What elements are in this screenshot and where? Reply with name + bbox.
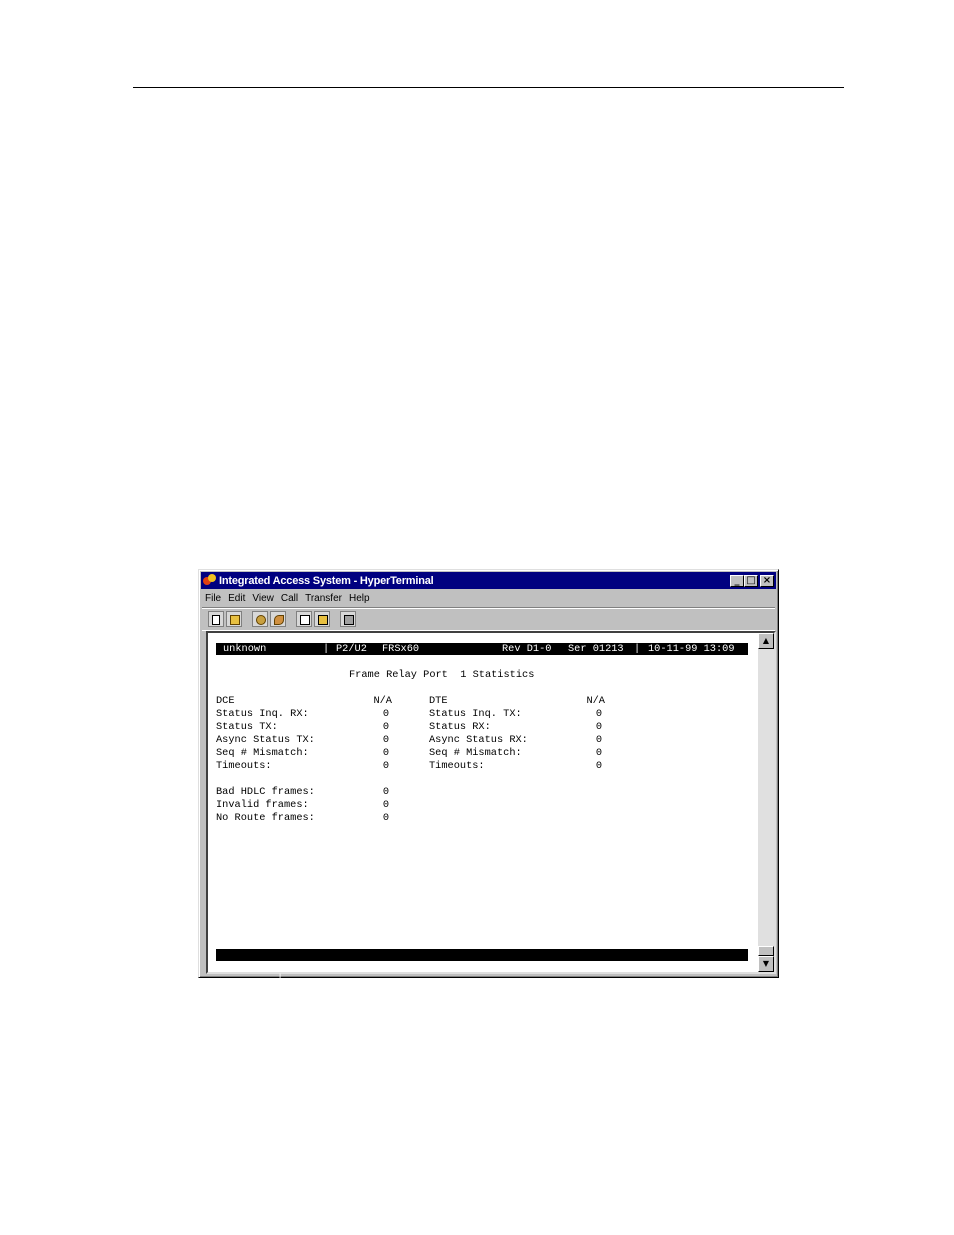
dce-status-tx-value: 0: [382, 721, 389, 733]
title-bar[interactable]: Integrated Access System - HyperTerminal…: [201, 572, 776, 589]
dte-timeouts-label: Timeouts:: [429, 760, 485, 772]
terminal-screen: unknown | P2/U2 FRSx60 Rev D1-0 Ser 0121…: [216, 643, 748, 1021]
menu-file[interactable]: File: [205, 593, 221, 604]
main-command[interactable]: Main: [343, 1009, 368, 1021]
menu-bar: File Edit View Call Transfer Help: [203, 590, 370, 606]
maximize-button[interactable]: □: [744, 574, 758, 587]
dce-heading-value: N/A: [373, 695, 392, 707]
header-port: P2/U2: [336, 643, 367, 655]
scroll-track[interactable]: [758, 649, 774, 946]
dte-async-status-rx-label: Async Status RX:: [429, 734, 528, 746]
scroll-up-icon[interactable]: ▲: [758, 633, 774, 649]
terminal-command-bar: Refresh | Clear | Main: [216, 949, 748, 1021]
disconnect-icon[interactable]: [270, 611, 286, 627]
dce-async-status-tx-value: 0: [382, 734, 389, 746]
screen-title: Frame Relay Port 1 Statistics: [349, 669, 535, 681]
dce-seq-mismatch-value: 0: [382, 747, 389, 759]
terminal-status-header: unknown | P2/U2 FRSx60 Rev D1-0 Ser 0121…: [216, 643, 748, 655]
refresh-command[interactable]: Refresh: [223, 961, 266, 973]
dte-heading-value: N/A: [586, 695, 605, 707]
properties-icon[interactable]: [340, 611, 356, 627]
window-title: Integrated Access System - HyperTerminal: [219, 574, 434, 587]
bad-hdlc-frames-label: Bad HDLC frames:: [216, 786, 315, 798]
header-separator: |: [323, 643, 330, 655]
dce-async-status-tx-label: Async Status TX:: [216, 734, 315, 746]
header-serial: Ser 01213: [568, 643, 624, 655]
no-route-frames-value: 0: [382, 812, 389, 824]
command-separator: |: [330, 997, 337, 1009]
invalid-frames-label: Invalid frames:: [216, 799, 309, 811]
header-model: FRSx60: [382, 643, 420, 655]
clear-command[interactable]: Clear: [290, 985, 321, 997]
dte-status-inq-tx-value: 0: [595, 708, 602, 720]
header-revision: Rev D1-0: [502, 643, 552, 655]
menu-call[interactable]: Call: [281, 593, 298, 604]
dce-timeouts-label: Timeouts:: [216, 760, 272, 772]
open-icon[interactable]: [226, 611, 242, 627]
command-separator: |: [277, 973, 284, 985]
dce-status-inq-rx-label: Status Inq. RX:: [216, 708, 309, 720]
dce-status-inq-rx-value: 0: [382, 708, 389, 720]
menu-help[interactable]: Help: [349, 593, 370, 604]
scroll-thumb[interactable]: [758, 946, 774, 956]
dte-seq-mismatch-value: 0: [595, 747, 602, 759]
dte-heading: DTE: [429, 695, 448, 707]
hyperterminal-app-icon[interactable]: [203, 574, 216, 587]
header-datetime: 10-11-99 13:09: [648, 643, 735, 655]
dte-status-rx-label: Status RX:: [429, 721, 491, 733]
dce-seq-mismatch-label: Seq # Mismatch:: [216, 747, 309, 759]
vertical-scrollbar[interactable]: ▲ ▼: [758, 633, 774, 972]
dte-status-inq-tx-label: Status Inq. TX:: [429, 708, 522, 720]
menu-view[interactable]: View: [252, 593, 274, 604]
invalid-frames-value: 0: [382, 799, 389, 811]
scroll-down-icon[interactable]: ▼: [758, 956, 774, 972]
dce-timeouts-value: 0: [382, 760, 389, 772]
menu-transfer[interactable]: Transfer: [305, 593, 342, 604]
terminal-area[interactable]: unknown | P2/U2 FRSx60 Rev D1-0 Ser 0121…: [206, 631, 776, 1021]
no-route-frames-label: No Route frames:: [216, 812, 315, 824]
page-header-rule: [133, 87, 844, 88]
dte-async-status-rx-value: 0: [595, 734, 602, 746]
new-icon[interactable]: [208, 611, 224, 627]
receive-icon[interactable]: [314, 611, 330, 627]
hyperterminal-window: Integrated Access System - HyperTerminal…: [198, 569, 779, 1021]
header-name: unknown: [223, 643, 267, 655]
menu-edit[interactable]: Edit: [228, 593, 245, 604]
dte-timeouts-value: 0: [595, 760, 602, 772]
dte-status-rx-value: 0: [595, 721, 602, 733]
close-button[interactable]: ×: [760, 574, 774, 587]
connect-icon[interactable]: [252, 611, 268, 627]
dce-status-tx-label: Status TX:: [216, 721, 278, 733]
send-icon[interactable]: [296, 611, 312, 627]
bad-hdlc-frames-value: 0: [382, 786, 389, 798]
dce-heading: DCE: [216, 695, 235, 707]
minimize-button[interactable]: _: [730, 574, 744, 587]
toolbar: [202, 607, 775, 631]
dte-seq-mismatch-label: Seq # Mismatch:: [429, 747, 522, 759]
header-separator: |: [634, 643, 641, 655]
